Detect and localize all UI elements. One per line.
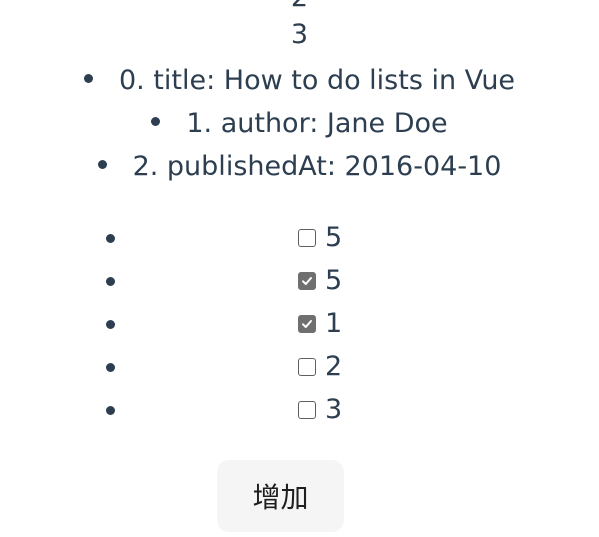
post-property-item: 0. title: How to do lists in Vue xyxy=(0,59,599,102)
todo-checkbox[interactable] xyxy=(298,357,316,376)
todo-value: 1 xyxy=(325,308,343,339)
todo-label[interactable]: 2 xyxy=(298,345,342,388)
number-item: 3 xyxy=(290,19,309,50)
bullet-icon xyxy=(97,160,107,169)
number-item: 2 xyxy=(0,0,599,11)
todo-list: 5 5 1 2 3 xyxy=(0,216,599,431)
add-button[interactable]: 增加 xyxy=(217,460,344,532)
app-root: 2 3 0. title: How to do lists in Vue 1. … xyxy=(0,0,599,537)
post-property-text: 1. author: Jane Doe xyxy=(186,108,448,139)
todo-item: 5 xyxy=(0,259,599,302)
bullet-icon xyxy=(106,406,115,415)
bullet-icon xyxy=(106,320,115,329)
todo-label[interactable]: 3 xyxy=(298,388,342,431)
bullet-icon xyxy=(151,117,161,126)
todo-item: 5 xyxy=(0,216,599,259)
todo-item: 2 xyxy=(0,345,599,388)
todo-value: 3 xyxy=(325,394,343,425)
todo-item: 3 xyxy=(0,388,599,431)
todo-label[interactable]: 5 xyxy=(298,216,342,259)
bullet-icon xyxy=(106,363,115,372)
todo-value: 5 xyxy=(325,265,343,296)
todo-checkbox[interactable] xyxy=(298,228,316,247)
todo-value: 5 xyxy=(325,222,343,253)
checkmark-icon xyxy=(302,319,312,328)
todo-item: 1 xyxy=(0,302,599,345)
post-property-text: 0. title: How to do lists in Vue xyxy=(118,65,516,96)
bullet-icon xyxy=(106,234,115,243)
post-properties-list: 0. title: How to do lists in Vue 1. auth… xyxy=(0,59,599,188)
bullet-icon xyxy=(106,277,115,286)
post-property-item: 2. publishedAt: 2016-04-10 xyxy=(0,145,599,188)
todo-checkbox[interactable] xyxy=(298,271,316,290)
todo-value: 2 xyxy=(325,351,343,382)
todo-label[interactable]: 1 xyxy=(298,302,342,345)
checkmark-icon xyxy=(302,276,312,285)
todo-label[interactable]: 5 xyxy=(298,259,342,302)
post-property-item: 1. author: Jane Doe xyxy=(0,102,599,145)
bullet-icon xyxy=(83,74,93,83)
todo-checkbox[interactable] xyxy=(298,314,316,333)
todo-checkbox[interactable] xyxy=(298,400,316,419)
post-property-text: 2. publishedAt: 2016-04-10 xyxy=(132,151,502,182)
